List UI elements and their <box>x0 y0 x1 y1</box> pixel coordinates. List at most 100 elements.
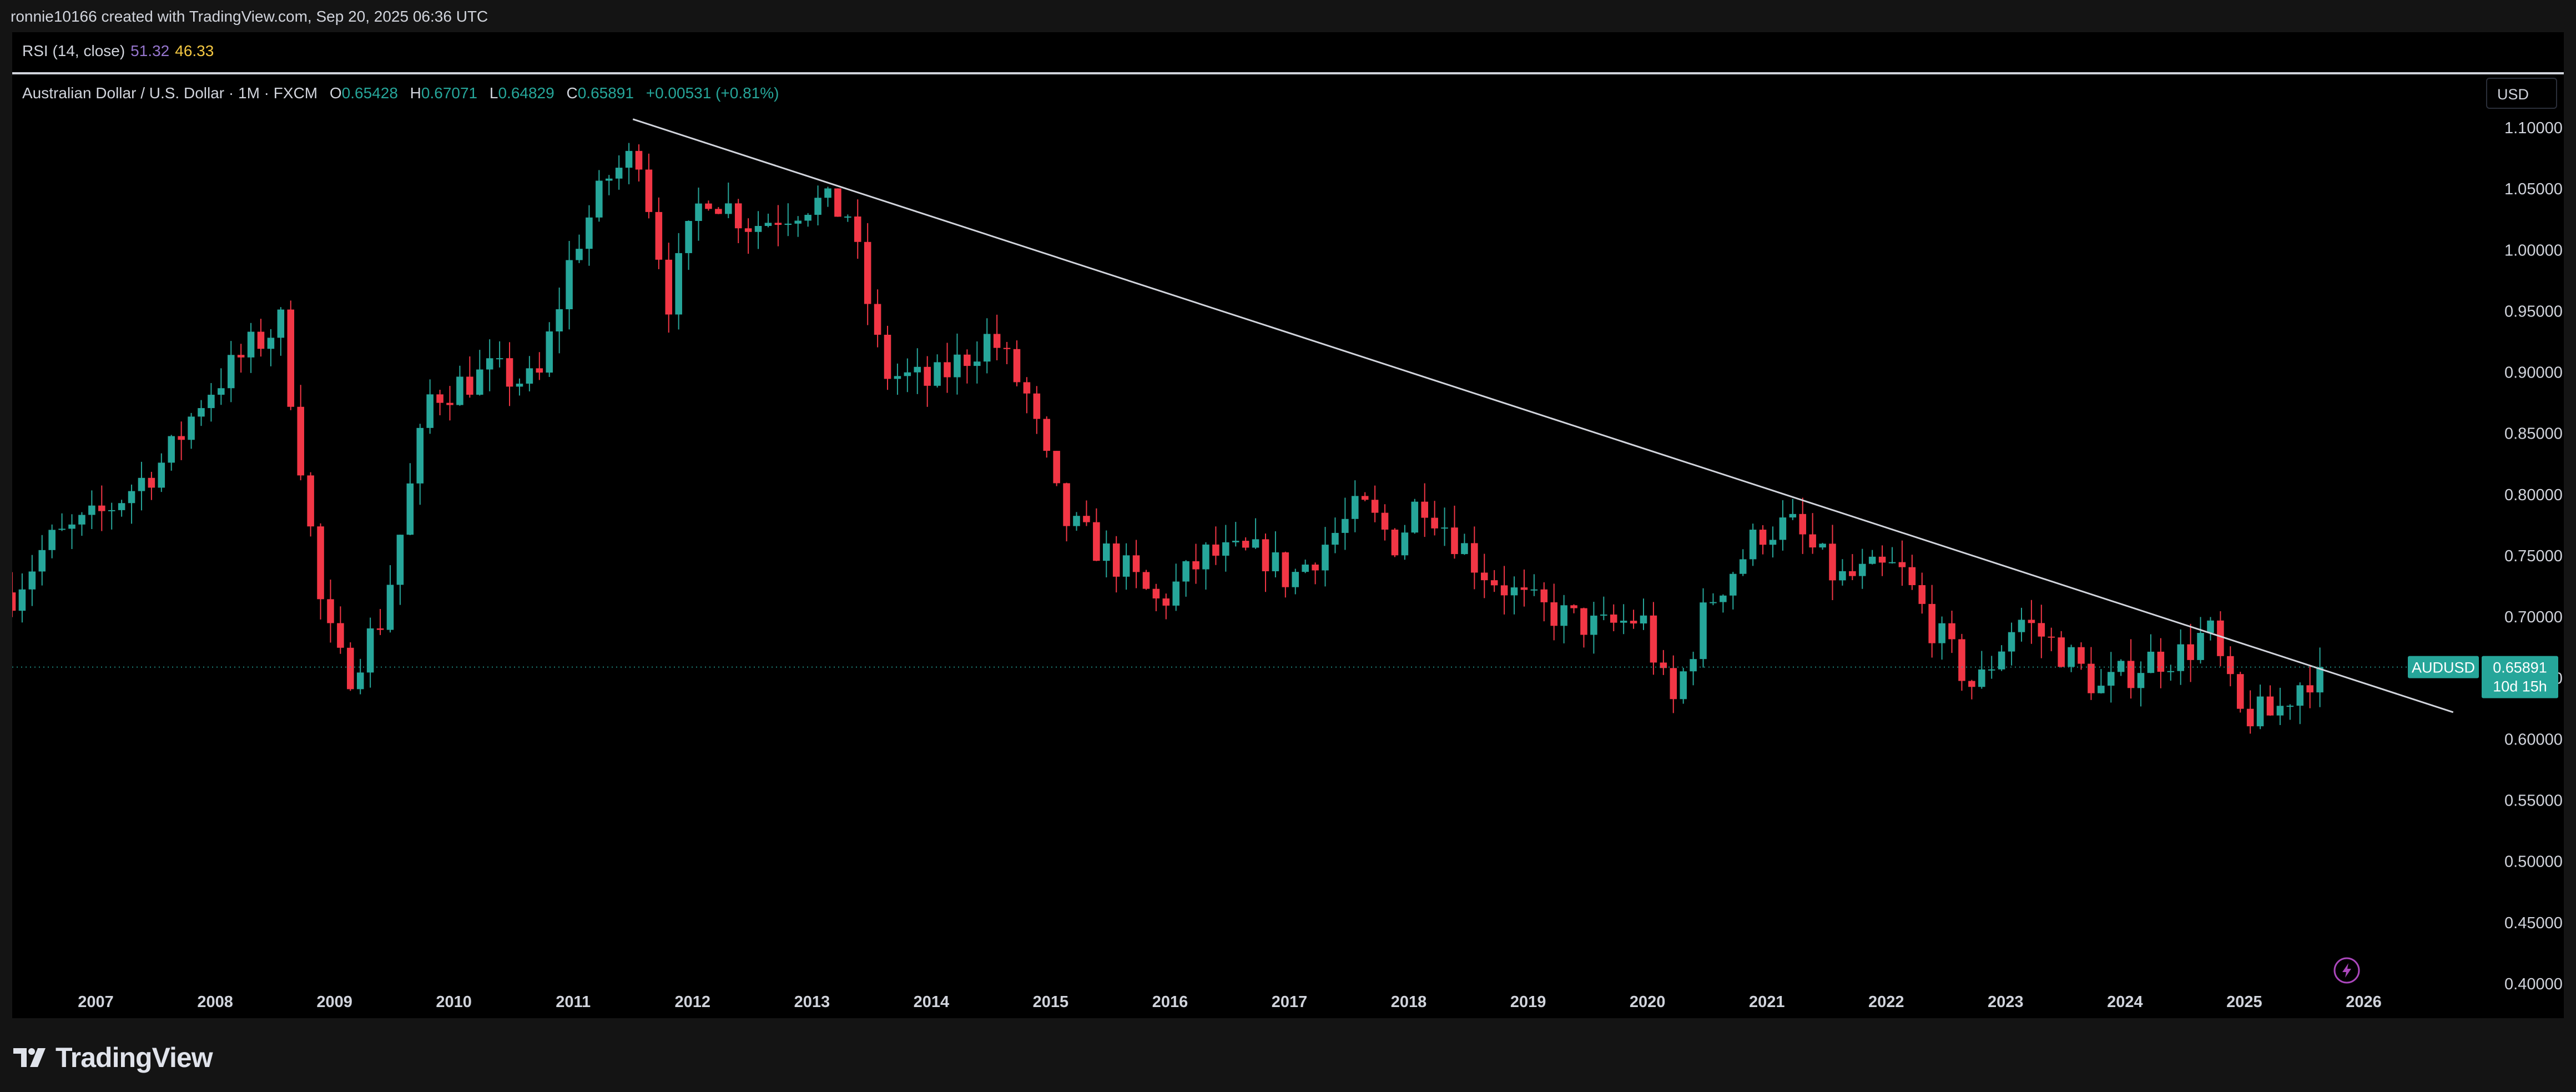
candle <box>1868 556 1876 564</box>
candle <box>1590 615 1597 635</box>
candle <box>1122 555 1130 577</box>
candle <box>466 376 473 395</box>
candle <box>2147 651 2155 673</box>
candle <box>198 408 205 417</box>
candle <box>1500 585 1508 596</box>
candle <box>1003 348 1011 349</box>
candle <box>476 369 483 395</box>
candle <box>834 188 841 217</box>
candle <box>237 355 245 358</box>
candle <box>1968 681 1975 687</box>
candle <box>2117 661 2125 672</box>
candle <box>2167 671 2175 672</box>
candle <box>1202 544 1209 570</box>
candle <box>88 505 95 515</box>
candle <box>307 475 314 527</box>
candle <box>1342 519 1349 533</box>
candle <box>118 503 125 510</box>
candle <box>983 334 991 362</box>
candle <box>1878 556 1886 563</box>
x-axis-tick-label: 2025 <box>2226 993 2262 1011</box>
candle <box>1600 614 1607 616</box>
candle <box>725 203 732 214</box>
candle <box>1490 580 1498 586</box>
high-label: H <box>410 84 421 102</box>
x-axis-tick-label: 2023 <box>1988 993 2024 1011</box>
x-axis-tick-label: 2009 <box>316 993 352 1011</box>
y-axis-tick-label: 0.40000 <box>2504 975 2563 993</box>
candle <box>1262 539 1269 571</box>
candle <box>824 188 831 198</box>
candle <box>675 253 682 315</box>
candle <box>2316 667 2323 693</box>
candle <box>784 223 792 225</box>
trendline <box>632 118 2454 713</box>
candle <box>98 505 105 511</box>
candle <box>486 358 493 370</box>
candle <box>2246 708 2254 727</box>
flash-icon[interactable] <box>2333 957 2360 984</box>
candle <box>1670 668 1677 700</box>
tradingview-logo-text: TradingView <box>56 1042 213 1073</box>
candle <box>1819 544 1826 548</box>
y-axis-tick-label: 0.45000 <box>2504 914 2563 932</box>
rsi-legend[interactable]: RSI (14, close) 51.32 46.33 <box>22 42 214 60</box>
candle <box>586 217 593 249</box>
candle <box>844 216 851 218</box>
candle <box>734 203 742 229</box>
candle <box>1720 595 1727 602</box>
candle <box>68 524 75 529</box>
close-value: 0.65891 <box>577 84 634 102</box>
symbol-tag: AUDUSD <box>2412 660 2475 676</box>
candle <box>1948 623 1955 640</box>
candle <box>2276 706 2284 716</box>
candle <box>1361 496 1369 500</box>
candle <box>1898 562 1906 567</box>
candle <box>1033 393 1041 419</box>
candle <box>2058 637 2065 667</box>
y-axis-tick-label: 0.85000 <box>2504 425 2563 443</box>
candle <box>974 361 981 366</box>
candle <box>218 388 225 395</box>
candle <box>1212 544 1219 556</box>
x-axis-tick-label: 2012 <box>675 993 711 1011</box>
high-value: 0.67071 <box>421 84 478 102</box>
rsi-pane[interactable]: RSI (14, close) 51.32 46.33 <box>12 32 2564 74</box>
y-axis-tick-label: 0.50000 <box>2504 853 2563 871</box>
currency-button[interactable]: USD <box>2486 78 2557 109</box>
candle <box>1252 539 1259 548</box>
candle <box>227 355 235 389</box>
candle <box>924 366 931 386</box>
candle <box>1461 543 1468 555</box>
tradingview-logo[interactable]: TradingView <box>13 1041 213 1074</box>
candlestick-chart[interactable]: 1.10000 1.05000 1.00000 0.95000 0.90000 0.850… <box>12 74 2564 1018</box>
candle <box>2088 663 2095 693</box>
top-bar: ronnie10166 created with TradingView.com… <box>0 0 2576 32</box>
rsi-ma-value: 46.33 <box>175 42 214 59</box>
candle <box>2098 686 2105 693</box>
candle <box>526 368 533 384</box>
candle <box>1103 543 1110 561</box>
candle <box>456 376 463 405</box>
candle <box>1112 543 1120 577</box>
symbol-legend[interactable]: Australian Dollar / U.S. Dollar · 1M · F… <box>22 84 779 102</box>
candle <box>954 354 961 378</box>
candle <box>257 331 265 349</box>
candle <box>665 259 673 315</box>
candle <box>2207 620 2214 633</box>
candle <box>536 368 543 373</box>
candle <box>1063 483 1070 526</box>
candle <box>406 483 414 535</box>
candle <box>2038 623 2045 637</box>
x-axis-tick-label: 2007 <box>78 993 114 1011</box>
candle <box>356 672 364 690</box>
candle <box>655 212 663 260</box>
x-axis-tick-label: 2015 <box>1033 993 1069 1011</box>
x-axis-tick-label: 2024 <box>2107 993 2143 1011</box>
candle <box>28 571 36 590</box>
candle <box>2306 685 2313 693</box>
candle <box>108 510 115 511</box>
candle <box>695 203 702 221</box>
candle <box>148 477 155 488</box>
price-chart-pane[interactable]: 1.10000 1.05000 1.00000 0.95000 0.90000 0.850… <box>12 74 2564 1018</box>
